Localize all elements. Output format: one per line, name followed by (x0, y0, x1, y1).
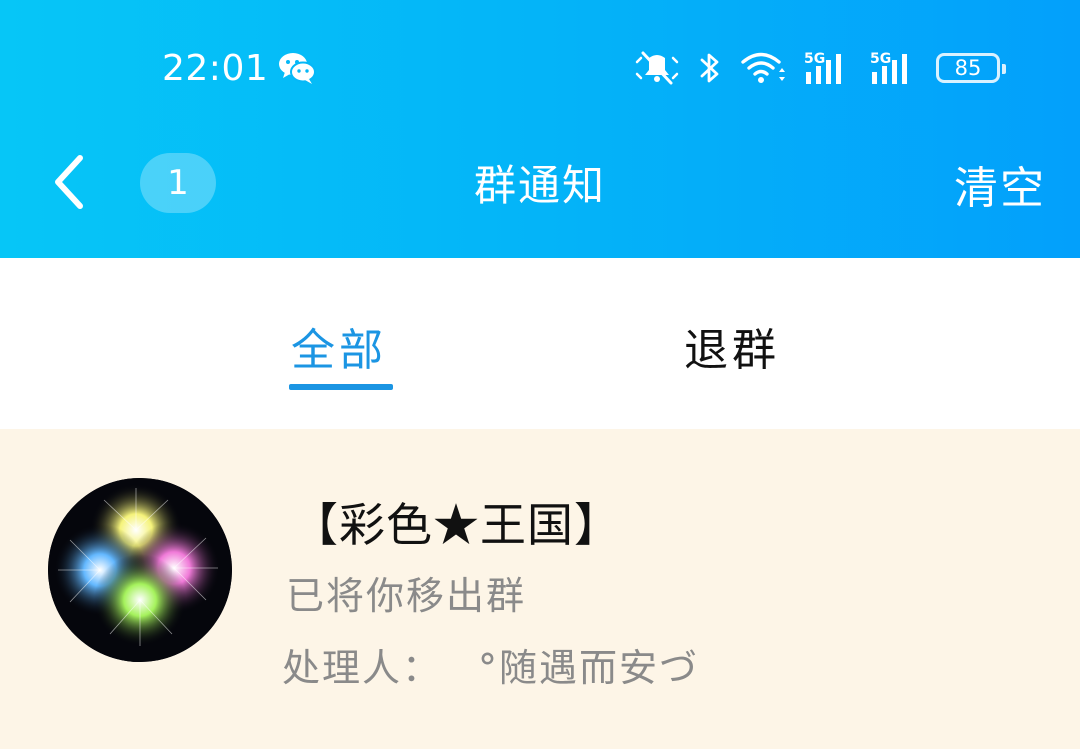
group-avatar[interactable] (48, 478, 232, 662)
tab-quit-group[interactable]: 退群 (684, 314, 780, 378)
handler-line: 处理人： °随遇而安づ (282, 637, 699, 692)
status-time: 22:01 (162, 48, 269, 89)
notice-message: 已将你移出群 (286, 574, 527, 618)
tab-all[interactable]: 全部 (291, 314, 387, 378)
wechat-icon (279, 53, 316, 84)
status-icons: 5G 5G 85 (634, 48, 1006, 88)
header-bar: 22:01 5G 5G 85 1 群通知 清空 (0, 0, 1080, 258)
svg-text:5G: 5G (870, 51, 891, 67)
battery-icon: 85 (936, 53, 1006, 83)
handler-name: °随遇而安づ (478, 646, 700, 690)
tab-bar: 全部 退群 (0, 258, 1080, 429)
group-name: 【彩色★王国】 (292, 498, 621, 552)
active-tab-indicator (289, 384, 393, 390)
list-item[interactable]: 【彩色★王国】 已将你移出群 处理人： °随遇而安づ (0, 429, 1080, 749)
handler-label: 处理人： (282, 646, 443, 690)
mute-icon (635, 51, 679, 85)
bluetooth-icon (700, 53, 719, 83)
fireworks-icon (48, 478, 232, 662)
wifi-icon (741, 52, 785, 83)
clear-button[interactable]: 清空 (954, 152, 1046, 216)
svg-text:5G: 5G (804, 51, 825, 67)
page-title: 群通知 (473, 161, 606, 210)
signal-5g-icon: 5G (804, 51, 841, 84)
battery-level: 85 (954, 56, 982, 80)
signal-5g-icon: 5G (870, 51, 907, 84)
